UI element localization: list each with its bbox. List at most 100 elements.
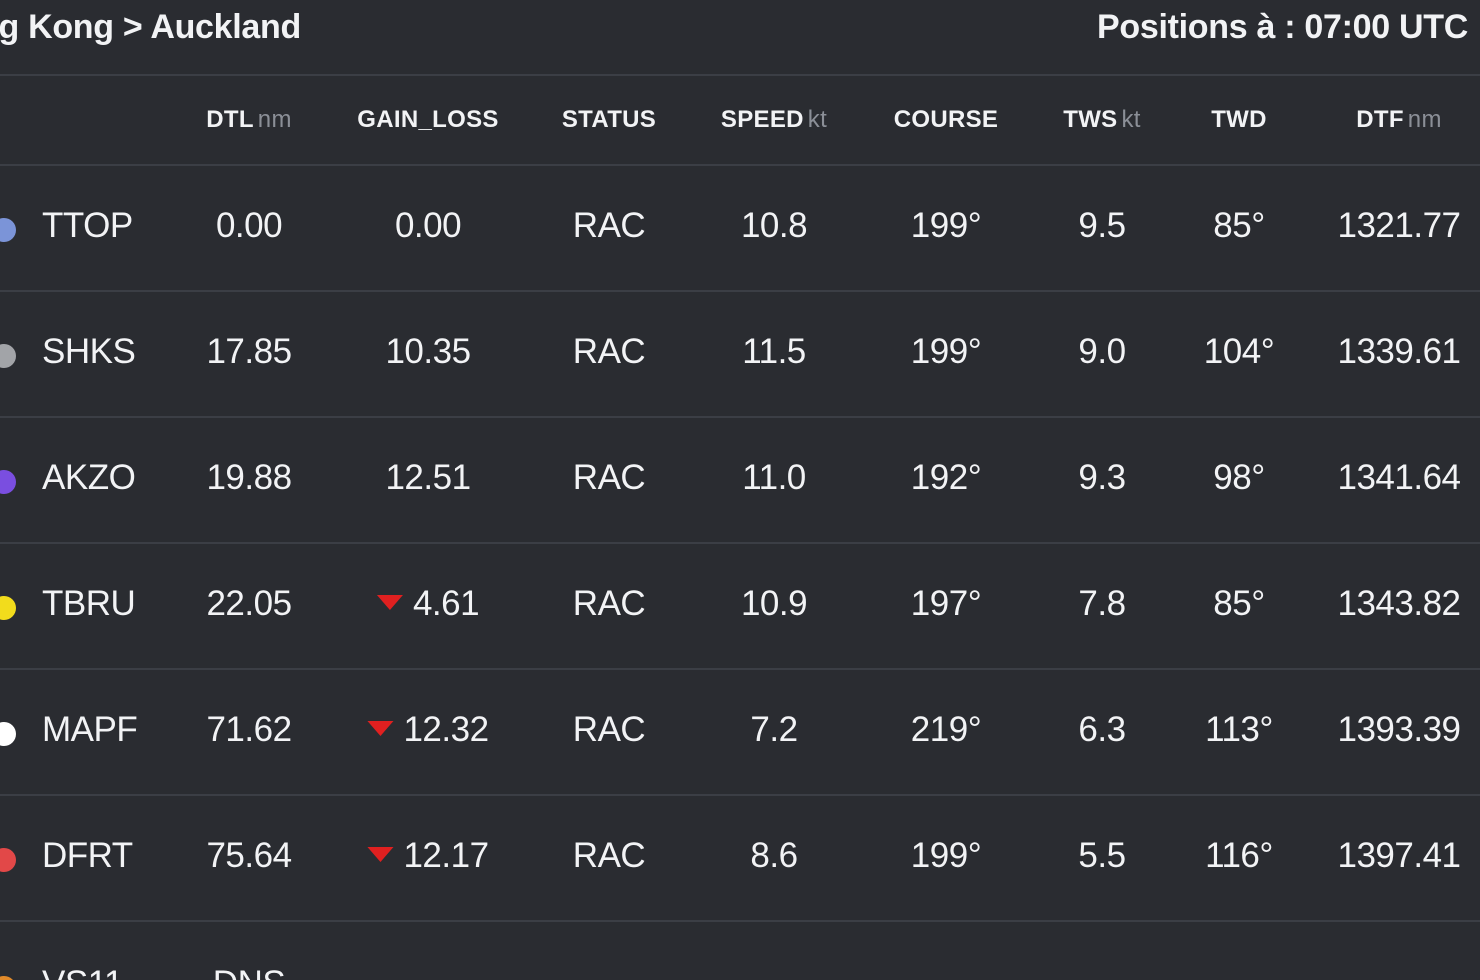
cell-gain-loss: 0.00 — [394, 206, 462, 246]
column-header-label: COURSE — [893, 106, 999, 133]
cell-twd: 85° — [1213, 206, 1265, 246]
cell-value: 10.35 — [385, 332, 471, 371]
cell-value: 8.6 — [750, 836, 798, 875]
boat-color-dot — [0, 218, 16, 242]
cell-course: 199° — [910, 836, 982, 876]
cell-course: 197° — [910, 584, 982, 624]
column-header-label: DTL — [206, 106, 254, 133]
cell-value: 199° — [910, 206, 982, 245]
boat-color-dot — [0, 722, 16, 746]
cell-dtl: 75.64 — [206, 836, 292, 876]
cell-value: 9.0 — [1078, 332, 1126, 371]
cell-course: 199° — [910, 332, 982, 372]
cell-status: RAC — [573, 458, 646, 498]
down-arrow-icon — [367, 721, 394, 737]
cell-speed: 10.8 — [740, 206, 808, 246]
cell-value: 10.8 — [740, 206, 808, 245]
boat-name: VS11 — [42, 964, 124, 980]
cell-twd: 113° — [1205, 710, 1273, 750]
cell-value: 4.61 — [412, 584, 480, 623]
cell-value: 9.5 — [1078, 206, 1126, 245]
table-row[interactable]: VS11 DNS — [0, 924, 1480, 980]
cell-course: 219° — [910, 710, 982, 750]
cell-value: 1343.82 — [1337, 584, 1461, 623]
cell-dtl: 22.05 — [206, 584, 292, 624]
cell-value: 11.5 — [742, 332, 806, 371]
cell-value: RAC — [572, 710, 646, 749]
cell-tws: 6.3 — [1078, 710, 1126, 750]
cell-dtl: 17.85 — [206, 332, 292, 372]
cell-value: 0.00 — [394, 206, 462, 245]
cell-status: RAC — [572, 836, 646, 876]
cell-tws: 9.3 — [1078, 458, 1126, 498]
column-header-dtl[interactable]: DTL nm — [206, 106, 292, 134]
down-arrow-icon — [376, 595, 403, 611]
cell-value: 75.64 — [206, 836, 292, 875]
cell-dtl: 0.00 — [216, 206, 283, 246]
column-header-label: DTF — [1356, 106, 1404, 133]
cell-value: 19.88 — [206, 458, 292, 497]
cell-value: RAC — [572, 584, 646, 623]
cell-gain-loss: 12.51 — [385, 458, 471, 498]
boat-color-dot — [0, 470, 16, 494]
cell-value: 11.0 — [742, 458, 806, 497]
cell-tws: 9.5 — [1078, 206, 1126, 246]
column-header-unit: kt — [807, 106, 828, 133]
column-header-unit: nm — [257, 106, 292, 133]
column-header-label: SPEED — [720, 106, 804, 133]
cell-value: 85° — [1213, 206, 1265, 245]
column-header-tws[interactable]: TWS kt — [1063, 106, 1141, 134]
cell-dtl: 19.88 — [206, 458, 292, 498]
down-arrow-icon — [367, 847, 394, 863]
cell-value: 1397.41 — [1337, 836, 1461, 875]
cell-tws: 7.8 — [1078, 584, 1126, 624]
boat-name: AKZO — [42, 458, 136, 497]
table-row[interactable]: TTOP 0.00 0.00 RAC 10.8 199° 9.5 85° 1321.77 — [0, 166, 1480, 292]
column-header-unit: kt — [1121, 106, 1141, 133]
table-row[interactable]: TBRU 22.05 4.61 RAC 10.9 197° 7.8 85° 1343.82 — [0, 544, 1480, 670]
positions-timestamp: Positions à : 07:00 UTC — [1097, 8, 1468, 46]
cell-value: RAC — [572, 836, 646, 875]
cell-value: 199° — [910, 332, 982, 371]
cell-value: 9.3 — [1078, 458, 1126, 497]
cell-value: 199° — [910, 836, 982, 875]
cell-value: 1339.61 — [1337, 332, 1461, 371]
cell-status: RAC — [572, 584, 646, 624]
cell-tws: 5.5 — [1078, 836, 1126, 876]
cell-dtf: 1397.41 — [1337, 836, 1461, 876]
cell-value: 17.85 — [206, 332, 292, 371]
table-row[interactable]: DFRT 75.64 12.17 RAC 8.6 199° 5.5 116° 1397.41 — [0, 796, 1480, 922]
boat-color-dot — [0, 976, 16, 980]
column-header-status[interactable]: STATUS — [562, 106, 656, 134]
cell-value: 98° — [1213, 458, 1265, 497]
cell-twd: 98° — [1213, 458, 1265, 498]
boat-color-dot — [0, 848, 16, 872]
column-header-twd[interactable]: TWD — [1211, 106, 1267, 134]
column-header-label: TWD — [1211, 106, 1267, 133]
cell-value: 71.62 — [206, 710, 292, 749]
table-row[interactable]: MAPF 71.62 12.32 RAC 7.2 219° 6.3 113° 1393.39 — [0, 670, 1480, 796]
cell-gain-loss: 12.17 — [367, 836, 489, 876]
cell-course: 199° — [910, 206, 982, 246]
cell-tws: 9.0 — [1078, 332, 1126, 372]
table-row[interactable]: AKZO 19.88 12.51 RAC 11.0 192° 9.3 98° 1341.64 — [0, 418, 1480, 544]
column-header-gain-loss[interactable]: GAIN_LOSS — [357, 106, 498, 134]
column-header-label: GAIN_LOSS — [357, 106, 499, 133]
cell-dtf: 1321.77 — [1337, 206, 1461, 246]
cell-value: 116° — [1205, 836, 1273, 875]
cell-dtl: DNS — [213, 964, 286, 980]
table-row[interactable]: SHKS 17.85 10.35 RAC 11.5 199° 9.0 104° 1339.61 — [0, 292, 1480, 418]
cell-value: 197° — [910, 584, 982, 623]
cell-dtl: 71.62 — [206, 710, 292, 750]
cell-value: RAC — [572, 206, 646, 245]
column-header-unit: nm — [1407, 106, 1442, 133]
column-header-speed[interactable]: SPEED kt — [721, 106, 827, 134]
cell-twd: 104° — [1204, 332, 1275, 372]
cell-value: 219° — [910, 710, 982, 749]
race-route-title: ng Kong > Auckland — [0, 8, 301, 46]
column-header-dtf[interactable]: DTF nm — [1356, 106, 1442, 134]
cell-status: RAC — [573, 332, 646, 372]
column-header-course[interactable]: COURSE — [894, 106, 998, 134]
cell-dtf: 1341.64 — [1337, 458, 1461, 498]
boat-name: SHKS — [42, 332, 136, 371]
